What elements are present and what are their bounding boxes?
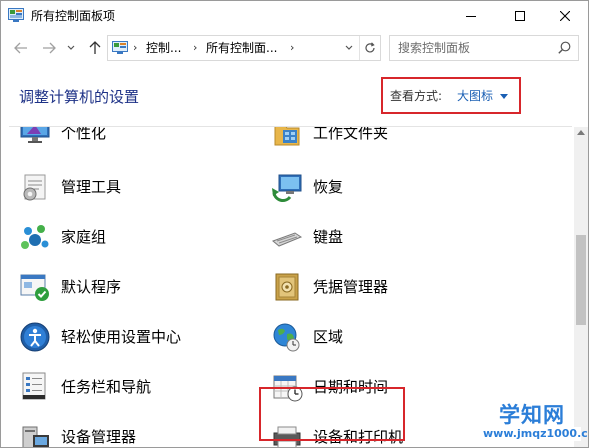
view-by-selector[interactable]: 查看方式: 大图标	[381, 77, 521, 114]
address-bar[interactable]: › 控制... › 所有控制面... ›	[107, 35, 381, 61]
item-label: 任务栏和导航	[61, 378, 152, 396]
item-label: 恢复	[313, 178, 344, 196]
control-panel-icon	[8, 8, 24, 22]
arrow-up-icon	[89, 41, 101, 54]
scroll-up-arrow-icon[interactable]	[577, 130, 585, 135]
chevron-down-icon	[345, 45, 353, 50]
site-watermark: 学知网 www.jmqz1000.com	[483, 403, 588, 445]
credential-manager-icon	[275, 273, 299, 301]
arrow-right-icon	[43, 42, 56, 54]
close-button[interactable]	[542, 1, 588, 31]
arrow-left-icon	[14, 42, 27, 54]
forward-button[interactable]	[39, 38, 59, 58]
window-title: 所有控制面板项	[31, 9, 116, 23]
control-panel-window: 所有控制面板项 › 控制... › 所有控制面... › 搜索控制面板 调整计算…	[0, 0, 589, 448]
page-title: 调整计算机的设置	[19, 88, 140, 106]
close-icon	[560, 11, 570, 21]
title-bar: 所有控制面板项	[1, 1, 588, 31]
view-by-label: 查看方式:	[390, 89, 443, 103]
recent-locations-button[interactable]	[63, 38, 79, 58]
breadcrumb-separator[interactable]: ›	[290, 40, 294, 56]
region-icon	[273, 323, 300, 352]
item-label: 区域	[313, 328, 344, 346]
control-panel-items: 个性化 工作文件夹 管理工具 恢复 家庭组 键盘 默认程序 凭据管理器 轻松使用…	[1, 127, 574, 447]
scroll-thumb[interactable]	[576, 235, 586, 325]
homegroup-icon	[21, 225, 49, 249]
default-programs-icon	[20, 274, 49, 301]
search-box[interactable]	[389, 35, 579, 61]
address-dropdown-button[interactable]	[340, 36, 358, 60]
vertical-scrollbar[interactable]	[574, 127, 588, 447]
ease-of-access-icon	[20, 322, 50, 352]
back-button[interactable]	[11, 38, 31, 58]
chevron-down-icon	[67, 45, 75, 50]
control-panel-icon	[112, 41, 128, 54]
item-label: 轻松使用设置中心	[61, 328, 182, 346]
breadcrumb-item[interactable]: 控制...	[146, 40, 181, 56]
keyboard-icon	[272, 232, 303, 247]
item-label: 个性化	[61, 127, 107, 142]
watermark-url: www.jmqz1000.com	[483, 427, 588, 441]
item-label: 键盘	[313, 228, 344, 246]
personalization-icon	[20, 127, 50, 143]
device-manager-icon	[22, 426, 49, 447]
caret-down-icon[interactable]	[500, 94, 508, 99]
item-label: 家庭组	[61, 228, 107, 246]
maximize-button[interactable]	[497, 1, 543, 31]
refresh-icon	[365, 42, 375, 53]
breadcrumb-separator[interactable]: ›	[133, 40, 137, 56]
item-label: 管理工具	[61, 178, 122, 196]
search-input[interactable]	[398, 39, 548, 57]
credential-manager-highlight	[259, 387, 405, 441]
work-folders-icon	[274, 127, 300, 146]
refresh-button[interactable]	[359, 36, 380, 60]
minimize-button[interactable]	[448, 1, 494, 31]
watermark-title: 学知网	[499, 403, 565, 427]
item-label: 设备管理器	[61, 428, 137, 446]
administrative-tools-icon	[23, 174, 46, 201]
breadcrumb-separator[interactable]: ›	[193, 40, 197, 56]
taskbar-navigation-icon	[22, 372, 46, 400]
up-button[interactable]	[85, 38, 105, 58]
item-label: 工作文件夹	[313, 127, 389, 142]
navigation-bar: › 控制... › 所有控制面... ›	[1, 33, 588, 63]
view-by-dropdown[interactable]: 大图标	[457, 88, 493, 104]
search-icon[interactable]	[558, 41, 571, 54]
item-label: 默认程序	[61, 278, 122, 296]
recovery-icon	[272, 174, 302, 202]
minimize-icon	[466, 16, 476, 17]
breadcrumb-item[interactable]: 所有控制面...	[206, 40, 277, 56]
maximize-icon	[515, 11, 525, 21]
item-label: 凭据管理器	[313, 278, 389, 296]
